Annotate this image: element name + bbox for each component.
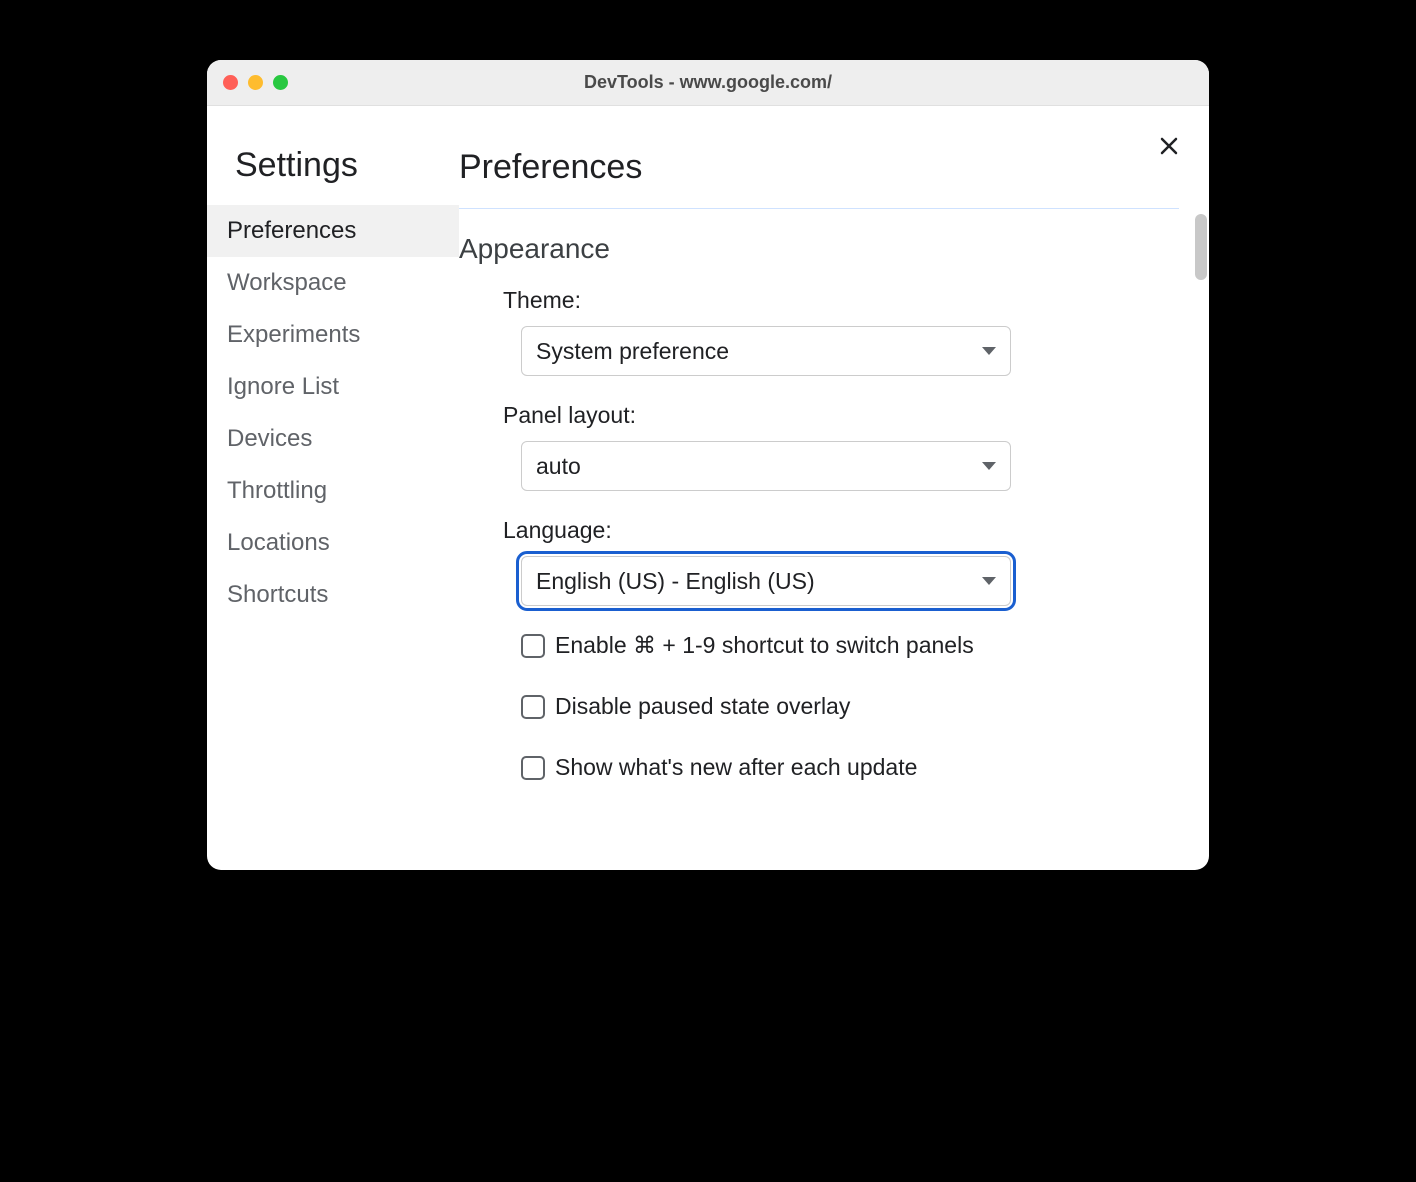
sidebar-item-label: Shortcuts	[227, 581, 328, 608]
sidebar-title: Settings	[207, 146, 459, 205]
theme-label: Theme:	[503, 287, 1179, 314]
language-select-wrap: English (US) - English (US)	[521, 556, 1011, 606]
checkbox-label: Disable paused state overlay	[555, 693, 850, 720]
sidebar-item-shortcuts[interactable]: Shortcuts	[207, 569, 459, 621]
chevron-down-icon	[982, 577, 996, 585]
theme-field: Theme: System preference	[459, 287, 1179, 376]
language-select-value: English (US) - English (US)	[536, 568, 815, 595]
sidebar-item-locations[interactable]: Locations	[207, 517, 459, 569]
sidebar-item-label: Locations	[227, 529, 330, 556]
section-title-appearance: Appearance	[459, 233, 1179, 265]
sidebar-item-label: Experiments	[227, 321, 360, 348]
sidebar-item-label: Ignore List	[227, 373, 339, 400]
scrollbar-thumb[interactable]	[1195, 214, 1207, 280]
window-minimize-button[interactable]	[248, 75, 263, 90]
page-title: Preferences	[459, 148, 642, 187]
language-select[interactable]: English (US) - English (US)	[521, 556, 1011, 606]
sidebar-item-devices[interactable]: Devices	[207, 413, 459, 465]
checkbox-input[interactable]	[521, 756, 545, 780]
preferences-content: Appearance Theme: System preference Pane…	[459, 208, 1179, 781]
language-field: Language: English (US) - English (US)	[459, 517, 1179, 606]
theme-select-value: System preference	[536, 338, 729, 365]
sidebar-item-preferences[interactable]: Preferences	[207, 205, 459, 257]
panel-layout-select-value: auto	[536, 453, 581, 480]
sidebar-item-label: Workspace	[227, 269, 347, 296]
checkbox-input[interactable]	[521, 634, 545, 658]
panel-layout-select[interactable]: auto	[521, 441, 1011, 491]
checkbox-enable-shortcut[interactable]: Enable ⌘ + 1-9 shortcut to switch panels	[459, 632, 1179, 659]
chevron-down-icon	[982, 462, 996, 470]
sidebar-item-throttling[interactable]: Throttling	[207, 465, 459, 517]
chevron-down-icon	[982, 347, 996, 355]
checkbox-input[interactable]	[521, 695, 545, 719]
checkbox-disable-paused-overlay[interactable]: Disable paused state overlay	[459, 693, 1179, 720]
window-zoom-button[interactable]	[273, 75, 288, 90]
traffic-lights	[223, 75, 288, 90]
sidebar-item-label: Preferences	[227, 217, 356, 244]
sidebar-item-workspace[interactable]: Workspace	[207, 257, 459, 309]
sidebar-item-ignore-list[interactable]: Ignore List	[207, 361, 459, 413]
devtools-window: DevTools - www.google.com/ Settings Pref…	[207, 60, 1209, 870]
main-panel: Preferences Appearance Theme: System pre…	[459, 106, 1209, 870]
settings-sidebar: Settings Preferences Workspace Experimen…	[207, 106, 459, 870]
language-label: Language:	[503, 517, 1179, 544]
sidebar-item-experiments[interactable]: Experiments	[207, 309, 459, 361]
window-close-button[interactable]	[223, 75, 238, 90]
checkbox-label: Show what's new after each update	[555, 754, 917, 781]
panel-layout-label: Panel layout:	[503, 402, 1179, 429]
theme-select[interactable]: System preference	[521, 326, 1011, 376]
titlebar: DevTools - www.google.com/	[207, 60, 1209, 106]
checkbox-label: Enable ⌘ + 1-9 shortcut to switch panels	[555, 632, 974, 659]
panel-layout-field: Panel layout: auto	[459, 402, 1179, 491]
theme-select-wrap: System preference	[521, 326, 1011, 376]
sidebar-item-label: Devices	[227, 425, 312, 452]
sidebar-item-label: Throttling	[227, 477, 327, 504]
content-area: Settings Preferences Workspace Experimen…	[207, 106, 1209, 870]
panel-layout-select-wrap: auto	[521, 441, 1011, 491]
checkbox-show-whats-new[interactable]: Show what's new after each update	[459, 754, 1179, 781]
window-title: DevTools - www.google.com/	[584, 72, 832, 93]
